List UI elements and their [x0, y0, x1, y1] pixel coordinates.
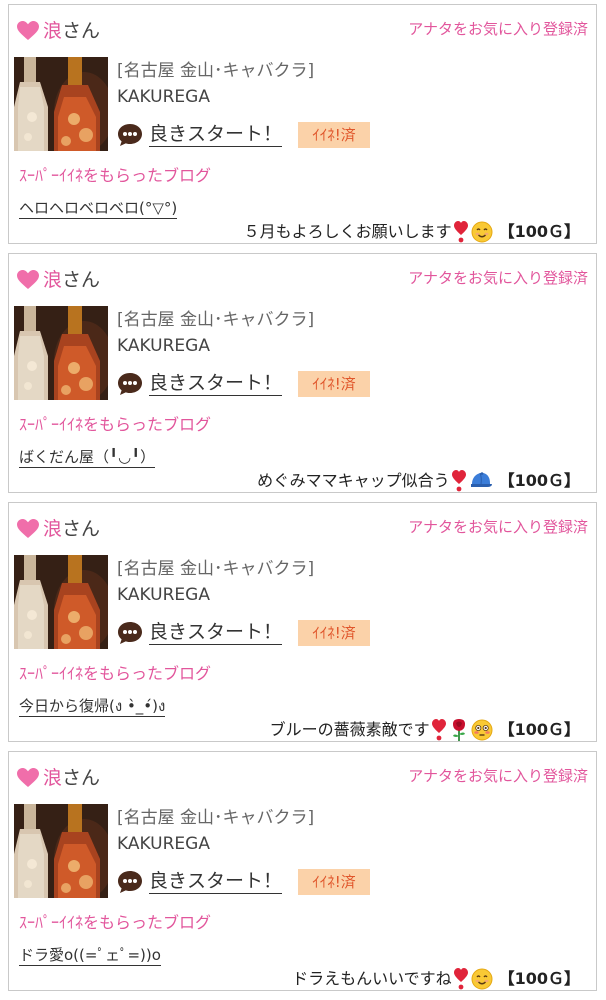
shop-area: [名古屋 金山･キャバクラ]	[117, 61, 315, 81]
shop-area: [名古屋 金山･キャバクラ]	[117, 310, 315, 330]
liked-blog-link[interactable]: 今日から復帰(ง •̀_•́)ง	[19, 696, 166, 717]
shop-name[interactable]: KAKUREGA	[117, 85, 210, 109]
super-like-section-label: ｽｰﾊﾟｰｲｲﾈをもらったブログ	[19, 166, 212, 185]
user-name-text[interactable]: 浪	[43, 20, 62, 42]
blog-thumbnail[interactable]	[14, 306, 108, 400]
super-like-section-label: ｽｰﾊﾟｰｲｲﾈをもらったブログ	[19, 415, 212, 434]
gift-message: ドラえもんいいですね	[292, 969, 452, 988]
super-like-section-label: ｽｰﾊﾟｰｲｲﾈをもらったブログ	[19, 664, 212, 683]
heart-icon	[17, 270, 39, 289]
favorite-status: アナタをお気に入り登録済	[408, 269, 588, 287]
liked-blog-link[interactable]: ヘロヘロベロベロ(°▽°)	[19, 198, 178, 219]
like-status-badge: ｲｲﾈ!済	[298, 122, 370, 148]
gift-message-row: ドラえもんいいですね 【100Ｇ】	[292, 967, 580, 991]
speech-bubble-icon	[118, 124, 142, 146]
heart-exclamation-icon	[451, 470, 466, 492]
user-name[interactable]: 浪さん	[43, 765, 100, 791]
smiling-face-icon	[471, 968, 493, 990]
gift-amount: 【100Ｇ】	[498, 471, 580, 490]
card-header: 浪さん アナタをお気に入り登録済	[17, 765, 588, 791]
user-honorific: さん	[62, 269, 101, 291]
heart-icon	[17, 21, 39, 40]
user-name[interactable]: 浪さん	[43, 516, 100, 542]
gift-card: 浪さん アナタをお気に入り登録済 [名古屋 金山･キャバクラ] KAKUREGA…	[8, 502, 597, 742]
champagne-photo-image	[14, 306, 108, 400]
user-name-text[interactable]: 浪	[43, 767, 62, 789]
blog-thumbnail[interactable]	[14, 555, 108, 649]
gift-message: めぐみママキャップ似合う	[257, 471, 450, 490]
champagne-photo-image	[14, 804, 108, 898]
blog-title-link[interactable]: 良きスタート！	[149, 371, 283, 396]
blog-thumbnail[interactable]	[14, 57, 108, 151]
heart-icon	[17, 768, 39, 787]
speech-bubble-icon	[118, 871, 142, 893]
gift-amount: 【100Ｇ】	[498, 720, 580, 739]
heart-exclamation-icon	[453, 968, 468, 990]
gift-amount: 【100Ｇ】	[498, 969, 580, 988]
blue-cap-icon	[470, 472, 492, 487]
gift-message-row: ブルーの薔薇素敵です 【100Ｇ】	[270, 718, 580, 742]
champagne-photo-image	[14, 57, 108, 151]
card-header: 浪さん アナタをお気に入り登録済	[17, 18, 588, 44]
card-header: 浪さん アナタをお気に入り登録済	[17, 267, 588, 293]
gift-card: 浪さん アナタをお気に入り登録済 [名古屋 金山･キャバクラ] KAKUREGA…	[8, 253, 597, 493]
gift-message: ５月もよろしくお願いします	[243, 222, 452, 241]
speech-bubble-icon	[118, 373, 142, 395]
blog-title-link[interactable]: 良きスタート！	[149, 122, 283, 147]
liked-blog-link[interactable]: ばくだん屋（╹◡╹）	[19, 447, 156, 468]
flushed-face-icon	[471, 719, 493, 741]
user-honorific: さん	[62, 20, 101, 42]
shop-area: [名古屋 金山･キャバクラ]	[117, 808, 315, 828]
shop-name[interactable]: KAKUREGA	[117, 334, 210, 358]
card-header: 浪さん アナタをお気に入り登録済	[17, 516, 588, 542]
like-status-badge: ｲｲﾈ!済	[298, 371, 370, 397]
gift-message: ブルーの薔薇素敵です	[269, 720, 430, 739]
champagne-photo-image	[14, 555, 108, 649]
gift-feed: 浪さん アナタをお気に入り登録済 [名古屋 金山･キャバクラ] KAKUREGA…	[0, 0, 606, 1000]
user-name[interactable]: 浪さん	[43, 18, 100, 44]
rose-icon	[452, 719, 465, 741]
heart-exclamation-icon	[453, 221, 468, 243]
heart-exclamation-icon	[431, 719, 446, 741]
like-status-badge: ｲｲﾈ!済	[298, 620, 370, 646]
blog-title-link[interactable]: 良きスタート！	[149, 869, 283, 894]
shop-name[interactable]: KAKUREGA	[117, 832, 210, 856]
user-honorific: さん	[62, 767, 101, 789]
liked-blog-link[interactable]: ドラ愛o((=ﾟェﾟ=))o	[19, 945, 161, 966]
gift-card: 浪さん アナタをお気に入り登録済 [名古屋 金山･キャバクラ] KAKUREGA…	[8, 751, 597, 991]
blog-title-link[interactable]: 良きスタート！	[149, 620, 283, 645]
gift-message-row: めぐみママキャップ似合う 【100Ｇ】	[257, 469, 580, 493]
favorite-status: アナタをお気に入り登録済	[408, 767, 588, 785]
super-like-section-label: ｽｰﾊﾟｰｲｲﾈをもらったブログ	[19, 913, 212, 932]
user-honorific: さん	[62, 518, 101, 540]
like-status-badge: ｲｲﾈ!済	[298, 869, 370, 895]
gift-card: 浪さん アナタをお気に入り登録済 [名古屋 金山･キャバクラ] KAKUREGA…	[8, 4, 597, 244]
shop-area: [名古屋 金山･キャバクラ]	[117, 559, 315, 579]
user-name[interactable]: 浪さん	[43, 267, 100, 293]
blog-thumbnail[interactable]	[14, 804, 108, 898]
speech-bubble-icon	[118, 622, 142, 644]
shop-name[interactable]: KAKUREGA	[117, 583, 210, 607]
gift-message-row: ５月もよろしくお願いします 【100Ｇ】	[244, 220, 580, 244]
user-name-text[interactable]: 浪	[43, 518, 62, 540]
gift-amount: 【100Ｇ】	[498, 222, 580, 241]
smiling-face-icon	[471, 221, 493, 243]
user-name-text[interactable]: 浪	[43, 269, 62, 291]
favorite-status: アナタをお気に入り登録済	[408, 518, 588, 536]
favorite-status: アナタをお気に入り登録済	[408, 20, 588, 38]
heart-icon	[17, 519, 39, 538]
